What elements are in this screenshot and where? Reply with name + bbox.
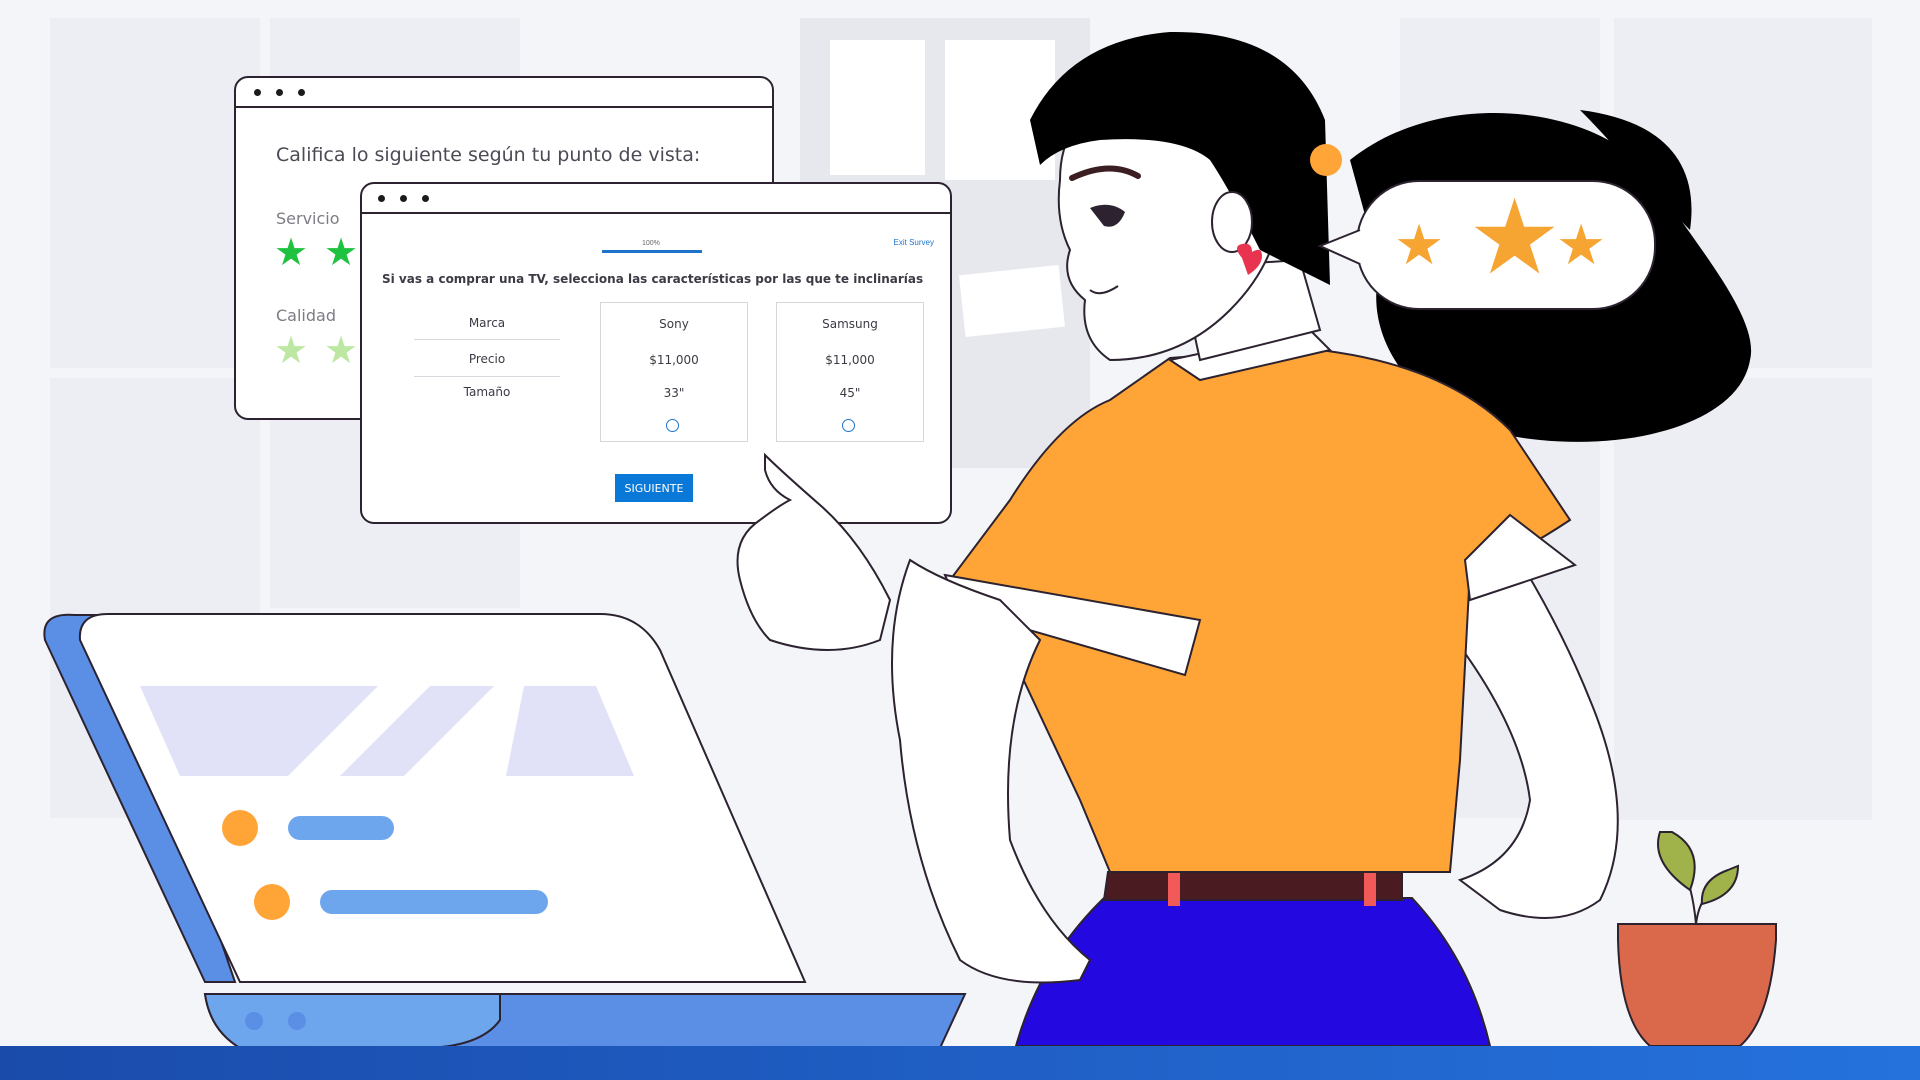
footer-band xyxy=(0,1046,1920,1080)
ear xyxy=(1211,191,1253,253)
plant-pot xyxy=(1617,923,1777,1047)
speech-bubble: ★ ★ ★ xyxy=(1356,180,1656,310)
screen-dot xyxy=(254,884,290,920)
hand xyxy=(736,452,892,651)
screen-line xyxy=(288,816,394,840)
laptop-light xyxy=(245,1012,263,1030)
star-icon: ★ xyxy=(1556,213,1607,276)
plant-leaf xyxy=(1657,831,1696,892)
belt xyxy=(1102,871,1403,901)
skirt xyxy=(1014,897,1492,1047)
star-icon: ★ xyxy=(1468,180,1562,296)
laptop-light xyxy=(288,1012,306,1030)
plant-leaf xyxy=(1700,864,1740,906)
illustration xyxy=(43,31,1777,1049)
screen-dot xyxy=(222,810,258,846)
star-icon: ★ xyxy=(1394,213,1445,276)
screen-line xyxy=(320,890,548,914)
bubble-tail xyxy=(1318,229,1361,265)
hair-tie xyxy=(1310,144,1342,176)
